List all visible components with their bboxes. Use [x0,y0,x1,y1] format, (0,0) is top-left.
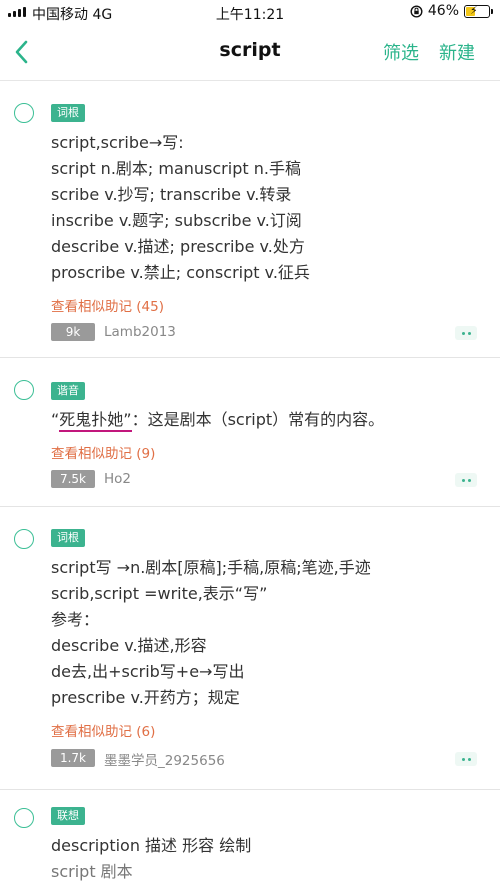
charging-bolt-icon: ⚡ [470,3,478,17]
count-badge: 7.5k [51,470,95,488]
author-name[interactable]: 墨墨学员_2925656 [104,749,225,769]
content-line: script,scribe→写: [51,133,184,152]
select-radio[interactable] [14,808,34,828]
highlighted-phrase: 死鬼扑她” [59,410,132,432]
battery-percent: 46% [427,3,459,19]
similar-link[interactable]: 查看相似助记 (6) [51,720,155,740]
author-name[interactable]: Lamb2013 [104,324,176,340]
content-line: inscribe v.题字; subscribe v.订阅 [51,211,302,230]
nav-bar: script 筛选 新建 [0,26,500,81]
status-bar: 中国移动 4G 上午11:21 46% ⚡ [0,0,500,26]
select-radio[interactable] [14,380,34,400]
mnemonic-card: 词根 script,scribe→写: script n.剧本; manuscr… [0,81,500,358]
count-badge: 1.7k [51,749,95,767]
content-line: de去,出+scrib写+e→写出 [51,662,245,681]
content-line: scribe v.抄写; transcribe v.转录 [51,185,292,204]
category-tag: 谐音 [51,382,85,400]
content-line: description 描述 形容 绘制 [51,836,252,855]
select-radio[interactable] [14,529,34,549]
category-tag: 词根 [51,529,85,547]
category-tag: 词根 [51,104,85,122]
author-name[interactable]: Ho2 [104,471,131,487]
content-line: 参考： [51,610,100,629]
select-radio[interactable] [14,103,34,123]
category-tag: 联想 [51,807,85,825]
content-line: prescribe v.开药方；规定 [51,688,240,707]
content-line: scrib,script =write,表示“写” [51,584,268,603]
content-line: script n.剧本; manuscript n.手稿 [51,159,301,178]
orientation-lock-icon [410,4,423,18]
content-line: proscribe v.禁止; conscript v.征兵 [51,263,310,282]
content-line: script 剧本 [51,862,133,881]
content-text: ：这是剧本（script）常有的内容。 [131,410,385,429]
filter-button[interactable]: 筛选 [383,39,419,65]
battery-icon: ⚡ [464,3,493,18]
more-options-icon[interactable] [455,326,477,340]
mnemonic-card: 谐音 “死鬼扑她”：这是剧本（script）常有的内容。 查看相似助记 (9) … [0,358,500,507]
more-options-icon[interactable] [455,473,477,487]
content-line: “死鬼扑她”：这是剧本（script）常有的内容。 [51,407,384,433]
page-title: script [219,39,281,61]
new-button[interactable]: 新建 [439,39,475,65]
mnemonic-card: 联想 description 描述 形容 绘制 script 剧本 [0,790,500,889]
count-badge: 9k [51,323,95,341]
similar-link[interactable]: 查看相似助记 (45) [51,295,164,315]
similar-link[interactable]: 查看相似助记 (9) [51,442,155,462]
mnemonic-card: 词根 script写 →n.剧本[原稿];手稿,原稿;笔迹,手迹 scrib,s… [0,507,500,790]
content-line: script写 →n.剧本[原稿];手稿,原稿;笔迹,手迹 [51,558,371,577]
content-line: describe v.描述; prescribe v.处方 [51,237,305,256]
more-options-icon[interactable] [455,752,477,766]
content-line: describe v.描述,形容 [51,636,207,655]
